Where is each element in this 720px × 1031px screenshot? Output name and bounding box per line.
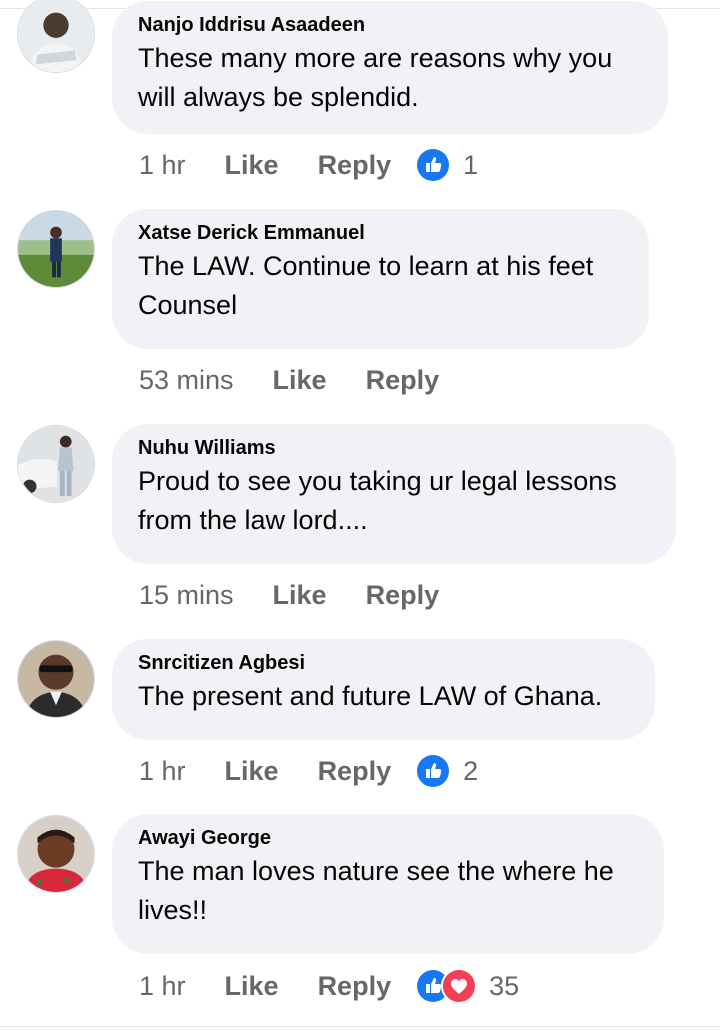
comment-time[interactable]: 1 hr (139, 150, 186, 181)
like-icon (415, 147, 452, 183)
like-button[interactable]: Like (225, 150, 279, 181)
reaction-count: 2 (463, 755, 479, 786)
comment-text: Proud to see you taking ur legal lessons… (138, 466, 617, 535)
avatar[interactable] (17, 640, 95, 718)
comment-bubble: Xatse Derick Emmanuel The LAW. Continue … (112, 209, 649, 349)
comment-text: These many more are reasons why you will… (138, 43, 613, 112)
comment-text: The man loves nature see the where he li… (138, 856, 614, 925)
like-icon (415, 753, 452, 789)
comment-bubble: Nanjo Iddrisu Asaadeen These many more a… (112, 1, 668, 134)
comment-bubble: Snrcitizen Agbesi The present and future… (112, 639, 655, 740)
reply-button[interactable]: Reply (318, 756, 392, 787)
bottom-divider (0, 1026, 720, 1027)
comment-actions: 1 hr Like Reply 1 (139, 145, 478, 185)
comment-author[interactable]: Nanjo Iddrisu Asaadeen (138, 13, 642, 37)
comment-text: The present and future LAW of Ghana. (138, 681, 603, 711)
comment-bubble: Nuhu Williams Proud to see you taking ur… (112, 424, 676, 564)
comment-author[interactable]: Nuhu Williams (138, 436, 650, 460)
comment-bubble: Awayi George The man loves nature see th… (112, 814, 664, 954)
avatar[interactable] (17, 425, 95, 503)
reply-button[interactable]: Reply (318, 971, 392, 1002)
comment-time[interactable]: 15 mins (139, 580, 234, 611)
reply-button[interactable]: Reply (366, 580, 440, 611)
comment-time[interactable]: 1 hr (139, 971, 186, 1002)
love-icon (441, 968, 478, 1004)
comment-actions: 1 hr Like Reply 35 (139, 966, 519, 1006)
comment-text: The LAW. Continue to learn at his feet C… (138, 251, 594, 320)
comment-actions: 1 hr Like Reply 2 (139, 751, 478, 791)
reaction-count: 35 (489, 970, 520, 1001)
comment-actions: 53 mins Like Reply (139, 360, 439, 400)
comment-time[interactable]: 53 mins (139, 365, 234, 396)
avatar[interactable] (17, 210, 95, 288)
avatar[interactable] (17, 815, 95, 893)
like-button[interactable]: Like (225, 971, 279, 1002)
avatar[interactable] (17, 0, 95, 73)
like-button[interactable]: Like (225, 756, 279, 787)
comment-author[interactable]: Snrcitizen Agbesi (138, 651, 629, 675)
reaction-summary[interactable]: 1 (415, 147, 478, 183)
reply-button[interactable]: Reply (318, 150, 392, 181)
comment-author[interactable]: Awayi George (138, 826, 638, 850)
reaction-summary[interactable]: 2 (415, 753, 478, 789)
comment-author[interactable]: Xatse Derick Emmanuel (138, 221, 623, 245)
like-button[interactable]: Like (273, 580, 327, 611)
comment-actions: 15 mins Like Reply (139, 575, 439, 615)
reaction-summary[interactable]: 35 (415, 968, 519, 1004)
like-button[interactable]: Like (273, 365, 327, 396)
reaction-count: 1 (463, 149, 479, 180)
comment-time[interactable]: 1 hr (139, 756, 186, 787)
reply-button[interactable]: Reply (366, 365, 440, 396)
